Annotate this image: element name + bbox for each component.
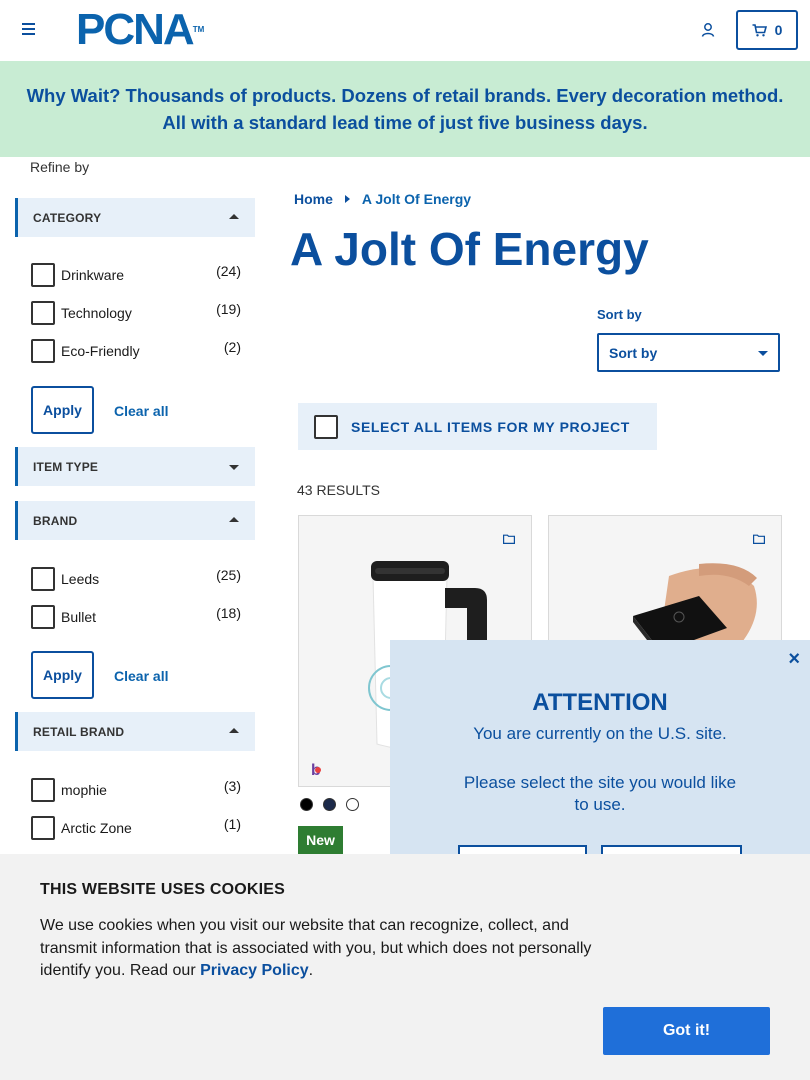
checkbox[interactable] (31, 567, 55, 591)
checkbox[interactable] (31, 605, 55, 629)
facet-option-count: (24) (216, 263, 241, 279)
facet-title: ITEM TYPE (33, 459, 99, 474)
caret-down-icon (229, 465, 239, 470)
facet-retail-brand-header[interactable]: RETAIL BRAND (15, 712, 255, 751)
cookie-title: THIS WEBSITE USES COOKIES (40, 881, 286, 898)
cookie-text-period: . (308, 962, 314, 979)
facet-brand-header[interactable]: BRAND (15, 501, 255, 540)
site-header: PCNATM 0 (0, 0, 810, 61)
promo-banner: Why Wait? Thousands of products. Dozens … (0, 61, 810, 157)
facet-title: BRAND (33, 513, 78, 528)
facet-category-header[interactable]: CATEGORY (15, 198, 255, 237)
caret-up-icon (229, 214, 239, 219)
facet-option-count: (2) (223, 339, 241, 355)
breadcrumb-home-link[interactable]: Home (294, 191, 333, 207)
color-swatch[interactable] (346, 798, 359, 811)
color-swatch[interactable] (323, 798, 336, 811)
apply-button[interactable]: Apply (31, 386, 94, 434)
facet-option-count: (1) (223, 816, 241, 832)
modal-message: You are currently on the U.S. site. (473, 724, 727, 743)
add-to-project-icon[interactable] (503, 534, 515, 544)
facet-option-label: Technology (61, 305, 132, 321)
cart-icon (752, 23, 767, 36)
new-badge: New (298, 826, 343, 854)
facet-option-count: (3) (223, 778, 241, 794)
facet-option[interactable]: mophie (3) (31, 774, 241, 802)
cookie-text: We use cookies when you visit our websit… (40, 915, 610, 983)
sort-label: Sort by (597, 307, 642, 322)
apply-button[interactable]: Apply (31, 651, 94, 699)
facet-option-count: (18) (216, 605, 241, 621)
facet-option-label: Arctic Zone (61, 820, 132, 836)
facet-title: CATEGORY (33, 210, 102, 225)
checkbox[interactable] (31, 816, 55, 840)
facet-option-label: Eco-Friendly (61, 343, 140, 359)
privacy-policy-link[interactable]: Privacy Policy (200, 962, 309, 979)
caret-up-icon (229, 728, 239, 733)
chevron-down-icon (758, 351, 768, 356)
facet-item-type-header[interactable]: ITEM TYPE (15, 447, 255, 486)
facet-option[interactable]: Bullet (18) (31, 601, 241, 629)
cart-button[interactable]: 0 (736, 10, 798, 50)
cart-count: 0 (774, 22, 783, 38)
sort-select-value: Sort by (609, 344, 658, 361)
facet-option-label: mophie (61, 782, 107, 798)
checkbox[interactable] (31, 301, 55, 325)
add-to-project-icon[interactable] (753, 534, 765, 544)
modal-message: Please select the site you would like to… (463, 773, 737, 814)
close-icon[interactable]: × (788, 648, 800, 671)
facet-option[interactable]: Drinkware (24) (31, 259, 241, 287)
page-title: A Jolt Of Energy (290, 223, 649, 275)
facet-option[interactable]: Arctic Zone (1) (31, 812, 241, 840)
facet-option[interactable]: Leeds (25) (31, 563, 241, 591)
select-all-label: SELECT ALL ITEMS FOR MY PROJECT (351, 418, 630, 435)
facet-option-label: Leeds (61, 571, 100, 587)
facet-title: RETAIL BRAND (33, 724, 125, 739)
facet-option[interactable]: Eco-Friendly (2) (31, 335, 241, 363)
clear-all-link[interactable]: Clear all (114, 403, 168, 419)
facet-option[interactable]: Technology (19) (31, 297, 241, 325)
color-swatch[interactable] (300, 798, 313, 811)
cookie-banner: THIS WEBSITE USES COOKIES We use cookies… (0, 854, 810, 1080)
caret-up-icon (229, 517, 239, 522)
breadcrumb: Home A Jolt Of Energy (294, 191, 471, 207)
accept-cookies-button[interactable]: Got it! (603, 1007, 770, 1055)
sort-select[interactable]: Sort by (597, 333, 780, 372)
facet-option-count: (25) (216, 567, 241, 583)
menu-icon[interactable] (22, 23, 35, 35)
checkbox[interactable] (31, 778, 55, 802)
checkbox[interactable] (314, 414, 338, 439)
breadcrumb-current: A Jolt Of Energy (361, 191, 472, 207)
modal-title: ATTENTION (532, 689, 668, 716)
facet-option-label: Bullet (61, 609, 97, 625)
cookie-text-body: We use cookies when you visit our websit… (40, 917, 592, 979)
select-all-items[interactable]: SELECT ALL ITEMS FOR MY PROJECT (298, 403, 657, 450)
facet-option-count: (19) (216, 301, 241, 317)
facet-option-label: Drinkware (61, 267, 125, 283)
color-swatches (300, 798, 359, 811)
promo-banner-text: Why Wait? Thousands of products. Dozens … (26, 85, 784, 133)
checkbox[interactable] (31, 263, 55, 287)
checkbox[interactable] (31, 339, 55, 363)
chevron-right-icon (344, 195, 350, 203)
account-icon[interactable] (700, 22, 716, 38)
results-count: 43 RESULTS (297, 482, 380, 498)
clear-all-link[interactable]: Clear all (114, 668, 168, 684)
refine-label: Refine by (30, 159, 90, 175)
logo[interactable]: PCNATM (76, 8, 204, 52)
